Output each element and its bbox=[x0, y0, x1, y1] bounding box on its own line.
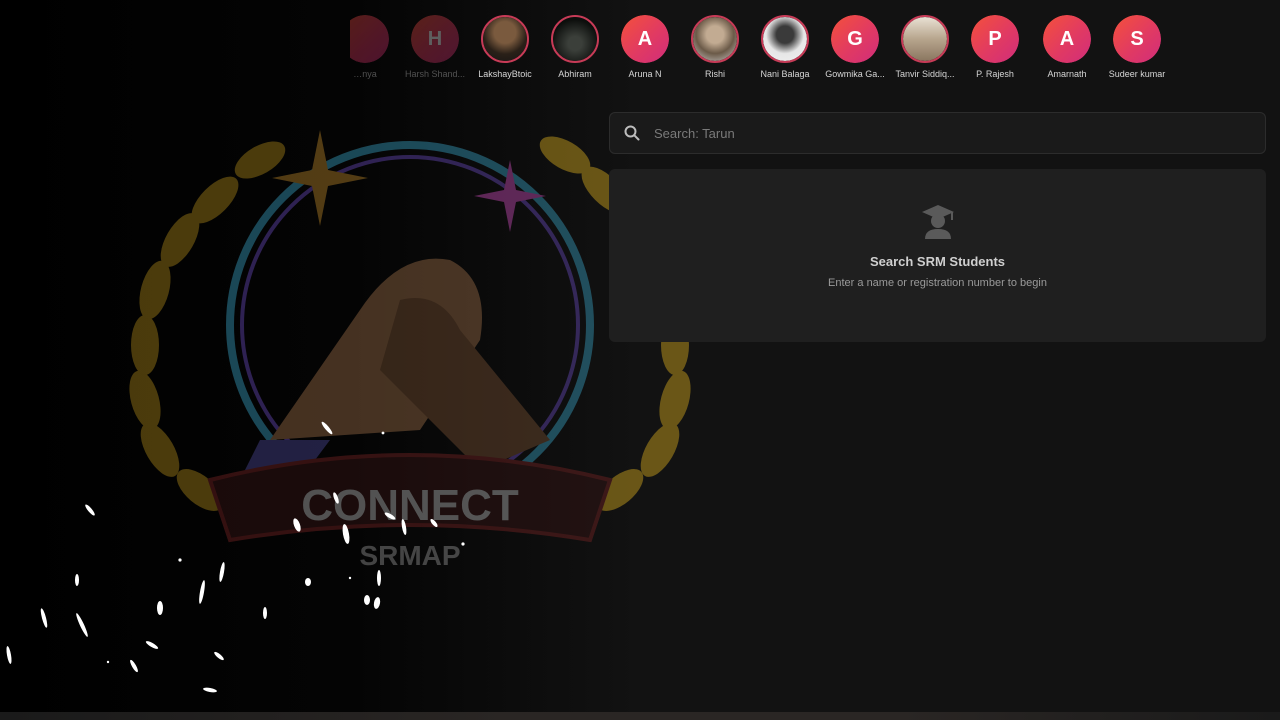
story-avatar: A bbox=[621, 15, 669, 63]
search-box[interactable] bbox=[609, 112, 1266, 154]
story-item[interactable]: P P. Rajesh bbox=[959, 15, 1031, 79]
story-name: Gowmika Ga... bbox=[825, 69, 885, 79]
story-avatar-photo bbox=[763, 17, 807, 61]
story-name: LakshayBtoic bbox=[478, 69, 532, 79]
story-item[interactable]: Nani Balaga bbox=[749, 15, 821, 79]
story-avatar-photo bbox=[483, 17, 527, 61]
story-name: Nani Balaga bbox=[760, 69, 810, 79]
story-name: Rishi bbox=[704, 69, 725, 79]
search-icon bbox=[624, 125, 640, 141]
story-item[interactable]: Abhiram bbox=[539, 15, 611, 79]
story-name: P. Rajesh bbox=[976, 69, 1014, 79]
story-avatar: H bbox=[411, 15, 459, 63]
story-avatar-photo bbox=[903, 17, 947, 61]
graduate-icon bbox=[921, 205, 954, 239]
story-item[interactable]: S Sudeer kumar bbox=[1101, 15, 1173, 79]
story-avatar: P bbox=[971, 15, 1019, 63]
story-name: Harsh Shand... bbox=[404, 69, 466, 79]
story-name: Amarnath bbox=[1047, 69, 1087, 79]
empty-state-title: Search SRM Students bbox=[869, 254, 1006, 269]
story-item[interactable]: A Aruna N bbox=[609, 15, 681, 79]
story-avatar-photo bbox=[553, 17, 597, 61]
search-input[interactable] bbox=[652, 124, 1265, 142]
story-name: …nya bbox=[353, 69, 377, 79]
story-item[interactable]: A Amarnath bbox=[1031, 15, 1103, 79]
empty-state-panel: Search SRM Students Enter a name or regi… bbox=[609, 169, 1266, 342]
story-name: Aruna N bbox=[628, 69, 662, 79]
logo-line2: SRMAP bbox=[359, 540, 460, 571]
story-avatar: S bbox=[1113, 15, 1161, 63]
logo-line1: CONNECT bbox=[301, 481, 519, 530]
story-item[interactable]: …nya bbox=[350, 15, 401, 79]
story-avatar: G bbox=[831, 15, 879, 63]
story-item[interactable]: G Gowmika Ga... bbox=[819, 15, 891, 79]
story-name: Tanvir Siddiq... bbox=[895, 69, 955, 79]
story-avatar-photo bbox=[693, 17, 737, 61]
empty-state-subtitle: Enter a name or registration number to b… bbox=[828, 277, 1047, 289]
story-avatar bbox=[350, 15, 389, 63]
story-name: Sudeer kumar bbox=[1108, 69, 1166, 79]
stories-row: …nya H Harsh Shand... LakshayBtoic Abhir… bbox=[350, 15, 1280, 85]
story-item[interactable]: Rishi bbox=[679, 15, 751, 79]
story-item[interactable]: Tanvir Siddiq... bbox=[889, 15, 961, 79]
story-item[interactable]: LakshayBtoic bbox=[469, 15, 541, 79]
story-avatar: A bbox=[1043, 15, 1091, 63]
story-item[interactable]: H Harsh Shand... bbox=[399, 15, 471, 79]
bottom-bar bbox=[0, 712, 1280, 720]
story-name: Abhiram bbox=[558, 69, 592, 79]
